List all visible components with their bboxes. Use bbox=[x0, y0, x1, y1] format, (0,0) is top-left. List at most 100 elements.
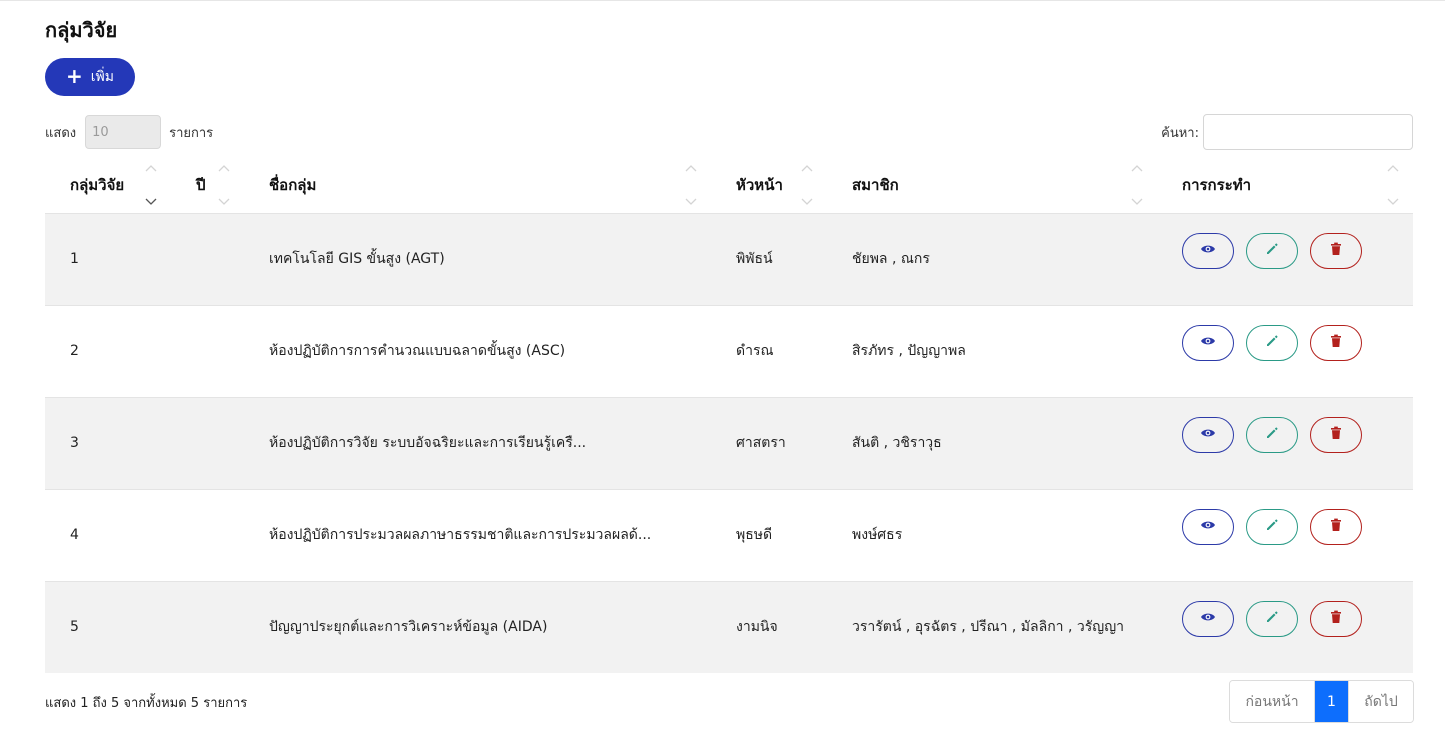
view-button[interactable] bbox=[1182, 325, 1234, 361]
table-row: 3 ห้องปฏิบัติการวิจัย ระบบอัจฉริยะและการเ… bbox=[45, 396, 1413, 489]
row-actions bbox=[1182, 509, 1413, 545]
sort-indicator bbox=[1131, 164, 1143, 206]
cell-head: งามนิจ bbox=[711, 580, 827, 673]
length-prefix-label: แสดง bbox=[45, 125, 77, 141]
cell-group-id: 5 bbox=[45, 580, 171, 673]
cell-group-name: ห้องปฏิบัติการการคำนวณแบบฉลาดขั้นสูง (AS… bbox=[244, 304, 711, 397]
trash-icon bbox=[1330, 426, 1342, 444]
sort-up-icon bbox=[145, 165, 157, 172]
sort-down-icon bbox=[145, 198, 157, 205]
column-header-name[interactable]: ชื่อกลุ่ม bbox=[244, 157, 711, 213]
cell-group-id: 2 bbox=[45, 304, 171, 397]
column-header-head[interactable]: หัวหน้า bbox=[711, 157, 827, 213]
page-length-control: แสดง รายการ bbox=[45, 115, 213, 149]
column-header-label: ปี bbox=[196, 175, 206, 194]
table-row: 1 เทคโนโลยี GIS ขั้นสูง (AGT) พิพัธน์ ชัยพล… bbox=[45, 212, 1413, 305]
cell-actions bbox=[1157, 304, 1413, 397]
column-header-label: ชื่อกลุ่ม bbox=[269, 175, 317, 194]
cell-members: พงษ์ศธร bbox=[827, 488, 1157, 581]
top-divider bbox=[0, 0, 1445, 1]
cell-head: ดำรณ bbox=[711, 304, 827, 397]
pencil-icon bbox=[1265, 242, 1279, 260]
delete-button[interactable] bbox=[1310, 233, 1362, 269]
cell-year bbox=[171, 396, 244, 489]
page-length-input[interactable] bbox=[85, 115, 162, 149]
column-header-label: กลุ่มวิจัย bbox=[70, 175, 125, 194]
column-header-label: การกระทำ bbox=[1182, 175, 1252, 194]
sort-down-icon bbox=[801, 198, 813, 205]
column-header-label: สมาชิก bbox=[852, 175, 899, 194]
search-label: ค้นหา: bbox=[1161, 125, 1199, 141]
plus-icon: + bbox=[65, 64, 83, 88]
eye-icon bbox=[1200, 335, 1216, 351]
sort-indicator bbox=[801, 164, 813, 206]
page-1-button[interactable]: 1 bbox=[1315, 681, 1348, 722]
cell-group-id: 4 bbox=[45, 488, 171, 581]
cell-group-name: เทคโนโลยี GIS ขั้นสูง (AGT) bbox=[244, 212, 711, 305]
eye-icon bbox=[1200, 519, 1216, 535]
edit-button[interactable] bbox=[1246, 601, 1298, 638]
search-input[interactable] bbox=[1203, 114, 1413, 150]
cell-head: พุธษดี bbox=[711, 488, 827, 581]
column-header-year[interactable]: ปี bbox=[171, 157, 244, 213]
trash-icon bbox=[1330, 334, 1342, 352]
sort-indicator bbox=[145, 164, 157, 206]
next-page-button[interactable]: ถัดไป bbox=[1348, 681, 1413, 722]
delete-button[interactable] bbox=[1310, 325, 1362, 361]
sort-indicator bbox=[218, 164, 230, 206]
add-button-label: เพิ่ม bbox=[90, 69, 114, 85]
length-suffix-label: รายการ bbox=[169, 125, 214, 141]
sort-up-icon bbox=[801, 165, 813, 172]
view-button[interactable] bbox=[1182, 233, 1234, 269]
edit-button[interactable] bbox=[1246, 417, 1298, 453]
table-row: 5 ปัญญาประยุกต์และการวิเคราะห์ข้อมูล (AID… bbox=[45, 580, 1413, 673]
sort-up-icon bbox=[1131, 165, 1143, 172]
sort-down-icon bbox=[1387, 198, 1399, 205]
delete-button[interactable] bbox=[1310, 601, 1362, 638]
prev-page-button[interactable]: ก่อนหน้า bbox=[1230, 681, 1315, 722]
row-actions bbox=[1182, 233, 1413, 269]
view-button[interactable] bbox=[1182, 417, 1234, 453]
trash-icon bbox=[1330, 242, 1342, 260]
sort-indicator bbox=[685, 164, 697, 206]
eye-icon bbox=[1200, 611, 1216, 627]
eye-icon bbox=[1200, 243, 1216, 259]
cell-head: พิพัธน์ bbox=[711, 212, 827, 305]
cell-members: วรารัตน์ , อุรฉัตร , ปรีณา , มัลลิกา , ว… bbox=[827, 580, 1157, 673]
column-header-group[interactable]: กลุ่มวิจัย bbox=[45, 157, 171, 213]
cell-members: ชัยพล , ณกร bbox=[827, 212, 1157, 305]
sort-up-icon bbox=[218, 165, 230, 172]
edit-button[interactable] bbox=[1246, 509, 1298, 545]
pencil-icon bbox=[1265, 518, 1279, 536]
edit-button[interactable] bbox=[1246, 233, 1298, 269]
add-button[interactable]: + เพิ่ม bbox=[45, 58, 135, 96]
table-header-row: กลุ่มวิจัย ปี ชื่อกลุ่ม หัวหน้า สมาชิก ก… bbox=[45, 157, 1413, 213]
table-body: 1 เทคโนโลยี GIS ขั้นสูง (AGT) พิพัธน์ ชัยพล… bbox=[45, 212, 1413, 673]
pencil-icon bbox=[1265, 334, 1279, 352]
delete-button[interactable] bbox=[1310, 417, 1362, 453]
sort-indicator bbox=[1387, 164, 1399, 206]
edit-button[interactable] bbox=[1246, 325, 1298, 361]
column-header-actions[interactable]: การกระทำ bbox=[1157, 157, 1413, 213]
trash-icon bbox=[1330, 610, 1342, 628]
cell-actions bbox=[1157, 488, 1413, 581]
column-header-members[interactable]: สมาชิก bbox=[827, 157, 1157, 213]
sort-up-icon bbox=[1387, 165, 1399, 172]
cell-group-id: 1 bbox=[45, 212, 171, 305]
column-header-label: หัวหน้า bbox=[736, 175, 783, 194]
table-row: 4 ห้องปฏิบัติการประมวลผลภาษาธรรมชาติและกา… bbox=[45, 488, 1413, 581]
cell-year bbox=[171, 212, 244, 305]
view-button[interactable] bbox=[1182, 601, 1234, 638]
view-button[interactable] bbox=[1182, 509, 1234, 545]
cell-group-name: ห้องปฏิบัติการวิจัย ระบบอัจฉริยะและการเร… bbox=[244, 396, 711, 489]
eye-icon bbox=[1200, 427, 1216, 443]
sort-down-icon bbox=[1131, 198, 1143, 205]
research-groups-table: กลุ่มวิจัย ปี ชื่อกลุ่ม หัวหน้า สมาชิก ก… bbox=[45, 157, 1413, 673]
row-actions bbox=[1182, 325, 1413, 361]
sort-down-icon bbox=[218, 198, 230, 205]
cell-group-name: ปัญญาประยุกต์และการวิเคราะห์ข้อมูล (AIDA… bbox=[244, 580, 711, 673]
cell-actions bbox=[1157, 580, 1413, 673]
cell-members: สิรภัทร , ปัญญาพล bbox=[827, 304, 1157, 397]
delete-button[interactable] bbox=[1310, 509, 1362, 545]
table-info: แสดง 1 ถึง 5 จากทั้งหมด 5 รายการ bbox=[45, 696, 248, 711]
